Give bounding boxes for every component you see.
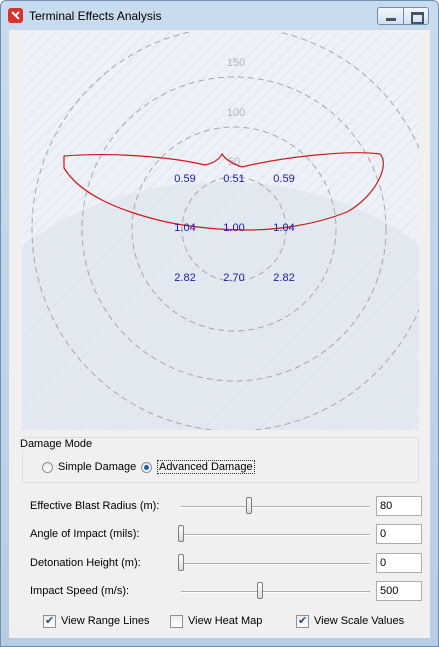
checkbox-box-checked[interactable] bbox=[296, 614, 309, 628]
radio-circle-selected[interactable] bbox=[141, 461, 152, 473]
app-target-icon bbox=[8, 8, 23, 23]
simple-damage-radio[interactable]: Simple Damage bbox=[42, 459, 136, 475]
impact-angle-label: Angle of Impact (mils): bbox=[30, 528, 140, 540]
title-bar[interactable]: Terminal Effects Analysis bbox=[1, 1, 438, 30]
window-title: Terminal Effects Analysis bbox=[29, 9, 162, 23]
heat-zone bbox=[22, 182, 419, 430]
checkbox-box-checked[interactable] bbox=[43, 614, 56, 628]
detonation-height-input[interactable] bbox=[376, 553, 422, 573]
scale-value: 1.04 bbox=[174, 222, 195, 234]
blast-radius-slider-thumb[interactable] bbox=[246, 497, 253, 514]
simple-damage-label: Simple Damage bbox=[58, 461, 137, 473]
view-heat-map-checkbox[interactable]: View Heat Map bbox=[170, 614, 262, 628]
detonation-height-track[interactable] bbox=[181, 563, 370, 565]
scale-value: 1.04 bbox=[273, 222, 294, 234]
advanced-damage-label: Advanced Damage bbox=[157, 460, 255, 474]
maximize-button[interactable] bbox=[403, 7, 429, 25]
scale-value: 2.70 bbox=[223, 272, 244, 284]
detonation-height-label: Detonation Height (m): bbox=[30, 557, 141, 569]
impact-angle-input[interactable] bbox=[376, 524, 422, 544]
impact-speed-label: Impact Speed (m/s): bbox=[30, 585, 130, 597]
view-scale-values-checkbox[interactable]: View Scale Values bbox=[296, 614, 404, 628]
scale-value: 0.51 bbox=[223, 173, 244, 185]
blast-radius-track[interactable] bbox=[181, 506, 370, 508]
view-heat-map-label: View Heat Map bbox=[188, 615, 263, 627]
minimize-button[interactable] bbox=[377, 7, 404, 25]
view-range-lines-checkbox[interactable]: View Range Lines bbox=[43, 614, 149, 628]
blast-radius-label: Effective Blast Radius (m): bbox=[30, 500, 160, 512]
scale-value: 0.59 bbox=[273, 173, 294, 185]
checkbox-box[interactable] bbox=[170, 614, 183, 628]
scale-value: 0.59 bbox=[174, 173, 195, 185]
range-label-100: 100 bbox=[227, 107, 245, 119]
damage-mode-title: Damage Mode bbox=[17, 438, 96, 450]
view-scale-values-label: View Scale Values bbox=[314, 615, 405, 627]
impact-speed-input[interactable] bbox=[376, 581, 422, 601]
impact-speed-slider-thumb[interactable] bbox=[257, 582, 264, 599]
detonation-height-slider-thumb[interactable] bbox=[178, 554, 184, 571]
radio-circle[interactable] bbox=[42, 461, 53, 473]
view-range-lines-label: View Range Lines bbox=[61, 615, 150, 627]
scale-value: 2.82 bbox=[273, 272, 294, 284]
impact-speed-track[interactable] bbox=[181, 591, 370, 593]
advanced-damage-radio[interactable]: Advanced Damage bbox=[141, 459, 255, 475]
client-area: 150 100 50 0.59 0.51 0.59 1.04 1.00 1.04… bbox=[9, 30, 430, 638]
app-window: Terminal Effects Analysis 150 100 50 0.5… bbox=[0, 0, 439, 647]
range-label-150: 150 bbox=[227, 57, 245, 69]
impact-angle-track[interactable] bbox=[181, 534, 370, 536]
scale-value: 2.82 bbox=[174, 272, 195, 284]
scale-value: 1.00 bbox=[223, 222, 244, 234]
impact-angle-slider-thumb[interactable] bbox=[178, 525, 184, 542]
blast-radius-input[interactable] bbox=[376, 496, 422, 516]
damage-plot: 150 100 50 0.59 0.51 0.59 1.04 1.00 1.04… bbox=[22, 32, 419, 430]
